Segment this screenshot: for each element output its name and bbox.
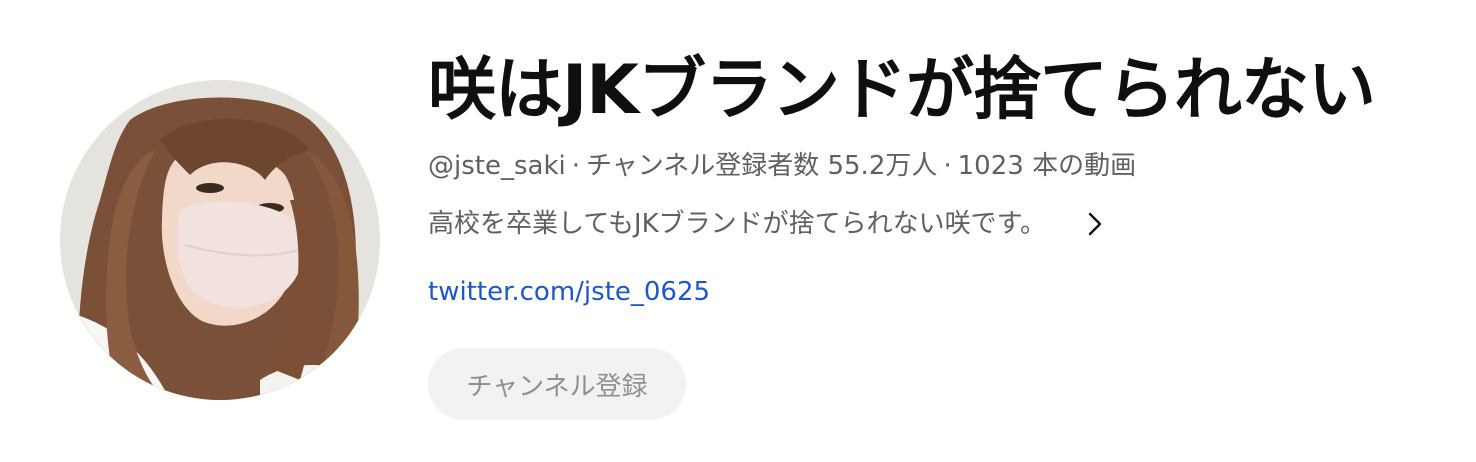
avatar-image <box>60 80 380 400</box>
channel-handle: @jste_saki <box>428 151 566 181</box>
meta-separator: · <box>571 151 580 181</box>
channel-name: 咲はJKブランドが捨てられない <box>428 51 1376 130</box>
channel-info: 咲はJKブランドが捨てられない @jste_saki · チャンネル登録者数 55.… <box>428 50 1458 420</box>
channel-link[interactable]: twitter.com/jste_0625 <box>428 274 710 310</box>
channel-meta: @jste_saki · チャンネル登録者数 55.2万人 · 1023 本の動画 <box>428 148 1458 184</box>
subscriber-count: チャンネル登録者数 55.2万人 <box>585 151 938 181</box>
chevron-right-icon[interactable] <box>1076 206 1116 242</box>
video-count: 1023 本の動画 <box>957 151 1137 181</box>
channel-description-row[interactable]: 高校を卒業してもJKブランドが捨てられない咲です。 <box>428 206 1458 242</box>
subscribe-button[interactable]: チャンネル登録 <box>428 348 686 420</box>
channel-avatar <box>60 80 380 400</box>
channel-description[interactable]: 高校を卒業してもJKブランドが捨てられない咲です。 <box>428 206 1046 242</box>
meta-separator: · <box>943 151 952 181</box>
